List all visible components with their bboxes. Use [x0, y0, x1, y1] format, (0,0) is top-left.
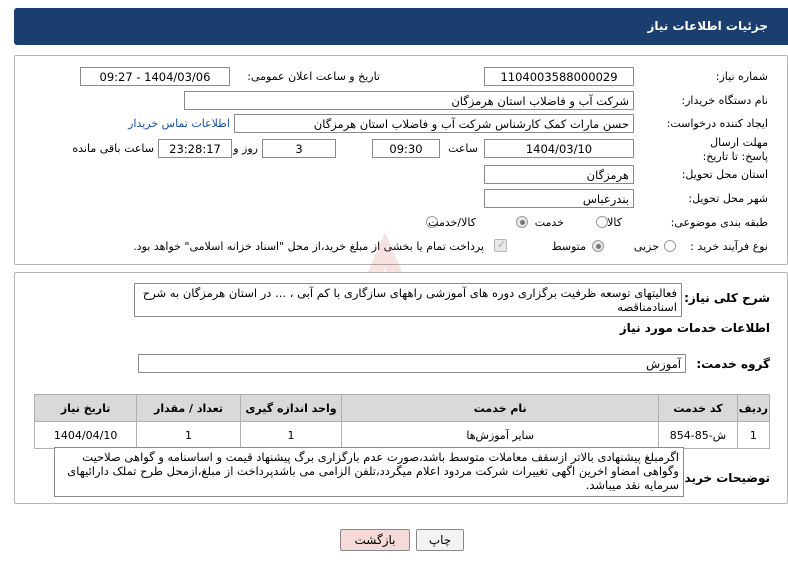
remaining-time-label: ساعت باقی مانده	[72, 142, 154, 155]
deadline-label: مهلت ارسال پاسخ: تا تاریخ:	[702, 136, 768, 163]
treasury-payment-note: پرداخت تمام یا بخشی از مبلغ خرید،از محل …	[133, 240, 484, 253]
category-option-goods: کالا	[607, 216, 622, 229]
need-number-label: شماره نیاز:	[715, 70, 768, 83]
buyer-org-label: نام دستگاه خریدار:	[681, 94, 768, 107]
need-info-panel	[14, 55, 788, 265]
remaining-time-field: 23:28:17	[158, 139, 232, 158]
services-section-title: اطلاعات خدمات مورد نیاز	[619, 321, 770, 335]
category-radio-service[interactable]	[516, 216, 528, 228]
table-header-row: ردیف کد خدمت نام خدمت واحد اندازه گیری ت…	[33, 394, 771, 422]
buyer-contact-link[interactable]: اطلاعات تماس خریدار	[128, 117, 230, 130]
deadline-days-label: روز و	[233, 142, 258, 155]
table-row: 1 ش-85-854 سایر آموزش‌ها 1 1 1404/04/10	[33, 421, 771, 449]
deadline-date-field: 1404/03/10	[484, 139, 634, 158]
announce-datetime-field: 1404/03/06 - 09:27	[80, 67, 230, 86]
buyer-notes-field: اگرمبلغ پیشنهادی بالاتر ازسقف معاملات مت…	[54, 447, 684, 497]
services-table: ردیف کد خدمت نام خدمت واحد اندازه گیری ت…	[33, 394, 771, 449]
cell-need-date: 1404/04/10	[33, 421, 138, 449]
cell-service-name: سایر آموزش‌ها	[341, 421, 660, 449]
page-title: جزئیات اطلاعات نیاز	[647, 19, 768, 33]
deadline-time-field: 09:30	[372, 139, 440, 158]
announce-datetime-label: تاریخ و ساعت اعلان عمومی:	[247, 70, 380, 83]
print-button[interactable]: چاپ	[416, 529, 464, 551]
buyer-org-field: شرکت آب و فاضلاب استان هرمزگان	[184, 91, 634, 110]
category-option-goods-service: کالا/خدمت	[428, 216, 476, 229]
delivery-province-field: هرمزگان	[484, 165, 634, 184]
treasury-checkbox[interactable]	[494, 238, 507, 252]
purchase-option-medium: متوسط	[551, 240, 586, 253]
back-button[interactable]: بازگشت	[340, 529, 410, 551]
category-label: طبقه بندی موضوعی:	[670, 216, 768, 229]
purchase-type-label: نوع فرآیند خرید :	[690, 240, 768, 253]
summary-field: فعالیتهای توسعه ظرفیت برگزاری دوره های آ…	[134, 283, 682, 317]
col-need-date: تاریخ نیاز	[33, 394, 138, 422]
col-quantity: تعداد / مقدار	[136, 394, 241, 422]
purchase-radio-medium[interactable]	[592, 240, 604, 252]
requester-label: ایجاد کننده درخواست:	[666, 117, 768, 130]
col-service-code: کد خدمت	[658, 394, 738, 422]
page-header: جزئیات اطلاعات نیاز	[14, 8, 788, 45]
delivery-city-field: بندرعباس	[484, 189, 634, 208]
service-group-field: آموزش	[138, 354, 686, 373]
deadline-time-label: ساعت	[448, 142, 478, 155]
summary-label: شرح کلی نیاز:	[684, 291, 770, 305]
service-group-label: گروه خدمت:	[696, 357, 770, 371]
requester-field: حسن مارات کمک کارشناس شرکت آب و فاضلاب ا…	[234, 114, 634, 133]
delivery-province-label: استان محل تحویل:	[681, 168, 768, 181]
need-number-field: 1104003588000029	[484, 67, 634, 86]
col-unit: واحد اندازه گیری	[239, 394, 343, 422]
delivery-city-label: شهر محل تحویل:	[688, 192, 768, 205]
category-option-service: خدمت	[534, 216, 564, 229]
cell-quantity: 1	[136, 421, 241, 449]
col-service-name: نام خدمت	[341, 394, 660, 422]
purchase-option-minor: جزیی	[633, 240, 659, 253]
cell-service-code: ش-85-854	[658, 421, 738, 449]
cell-row-number: 1	[736, 421, 771, 449]
purchase-radio-minor[interactable]	[664, 240, 676, 252]
deadline-days-field: 3	[262, 139, 336, 158]
cell-unit: 1	[239, 421, 343, 449]
col-row-number: ردیف	[736, 394, 771, 422]
